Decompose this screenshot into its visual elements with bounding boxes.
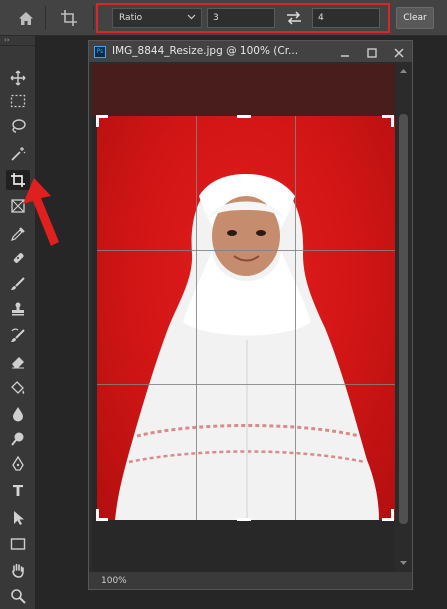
subject-illustration [115, 174, 379, 520]
clear-button[interactable]: Clear [396, 7, 434, 29]
document-canvas[interactable] [92, 64, 395, 572]
eraser-tool-icon[interactable] [6, 352, 30, 372]
document-title-bar[interactable]: Ps IMG_8844_Resize.jpg @ 100% (Cr... [89, 41, 412, 63]
portrait-photo [97, 116, 395, 520]
move-tool-icon[interactable] [6, 68, 30, 88]
options-separator [45, 6, 46, 30]
annotation-arrow-icon [23, 178, 59, 246]
lasso-tool-icon[interactable] [6, 116, 30, 136]
document-window: Ps IMG_8844_Resize.jpg @ 100% (Cr... 100… [88, 40, 413, 590]
marquee-tool-icon[interactable] [6, 91, 30, 111]
magic-wand-tool-icon[interactable] [6, 144, 30, 164]
zoom-level[interactable]: 100% [101, 576, 127, 586]
crop-grid-line [295, 116, 296, 520]
zoom-tool-icon[interactable] [6, 586, 30, 606]
cropped-area-shade [92, 64, 395, 116]
crop-handle-top-right-vertical[interactable] [391, 115, 394, 127]
crop-grid-line [196, 116, 197, 520]
healing-brush-tool-icon[interactable] [6, 248, 30, 268]
options-separator [93, 6, 94, 30]
crop-handle-bottom-left-vertical[interactable] [96, 509, 99, 521]
type-tool-icon[interactable]: T [6, 481, 30, 501]
crop-grid-line [97, 250, 395, 251]
blur-tool-icon[interactable] [6, 404, 30, 424]
chevron-down-icon [187, 12, 196, 24]
rectangle-tool-icon[interactable] [6, 534, 30, 554]
crop-grid-line [97, 384, 395, 385]
scroll-up-icon [400, 69, 407, 73]
photoshop-file-icon: Ps [94, 46, 106, 58]
pen-tool-icon[interactable] [6, 454, 30, 474]
scrollbar-thumb[interactable] [399, 114, 408, 524]
crop-tool-preset-icon[interactable] [52, 6, 86, 30]
scroll-down-icon [400, 561, 407, 565]
tools-panel: ›› T [0, 36, 36, 609]
swap-icon[interactable] [286, 10, 302, 26]
brush-tool-icon[interactable] [6, 274, 30, 294]
ratio-height-field[interactable]: 4 [312, 8, 380, 28]
maximize-icon[interactable] [363, 45, 381, 59]
home-icon[interactable] [10, 6, 42, 30]
crop-handle-top-left-vertical[interactable] [96, 115, 99, 127]
path-selection-tool-icon[interactable] [6, 508, 30, 528]
status-bar: 100% [89, 571, 412, 589]
history-brush-tool-icon[interactable] [6, 326, 30, 346]
minimize-icon[interactable] [336, 45, 354, 59]
dodge-tool-icon[interactable] [6, 429, 30, 449]
vertical-scrollbar[interactable] [395, 64, 412, 572]
clone-stamp-tool-icon[interactable] [6, 299, 30, 319]
crop-handle-bottom[interactable] [237, 518, 251, 521]
options-bar: Ratio 3 4 Clear [0, 0, 447, 36]
panel-expand-icon[interactable]: ›› [0, 36, 35, 46]
aspect-ratio-value: Ratio [119, 13, 143, 23]
hand-tool-icon[interactable] [6, 560, 30, 580]
document-title: IMG_8844_Resize.jpg @ 100% (Cr... [112, 45, 299, 57]
paint-bucket-tool-icon[interactable] [6, 378, 30, 398]
crop-handle-top[interactable] [237, 115, 251, 118]
crop-handle-bottom-right-vertical[interactable] [391, 509, 394, 521]
ratio-width-field[interactable]: 3 [207, 8, 275, 28]
aspect-ratio-select[interactable]: Ratio [112, 8, 202, 28]
close-icon[interactable] [390, 45, 408, 59]
